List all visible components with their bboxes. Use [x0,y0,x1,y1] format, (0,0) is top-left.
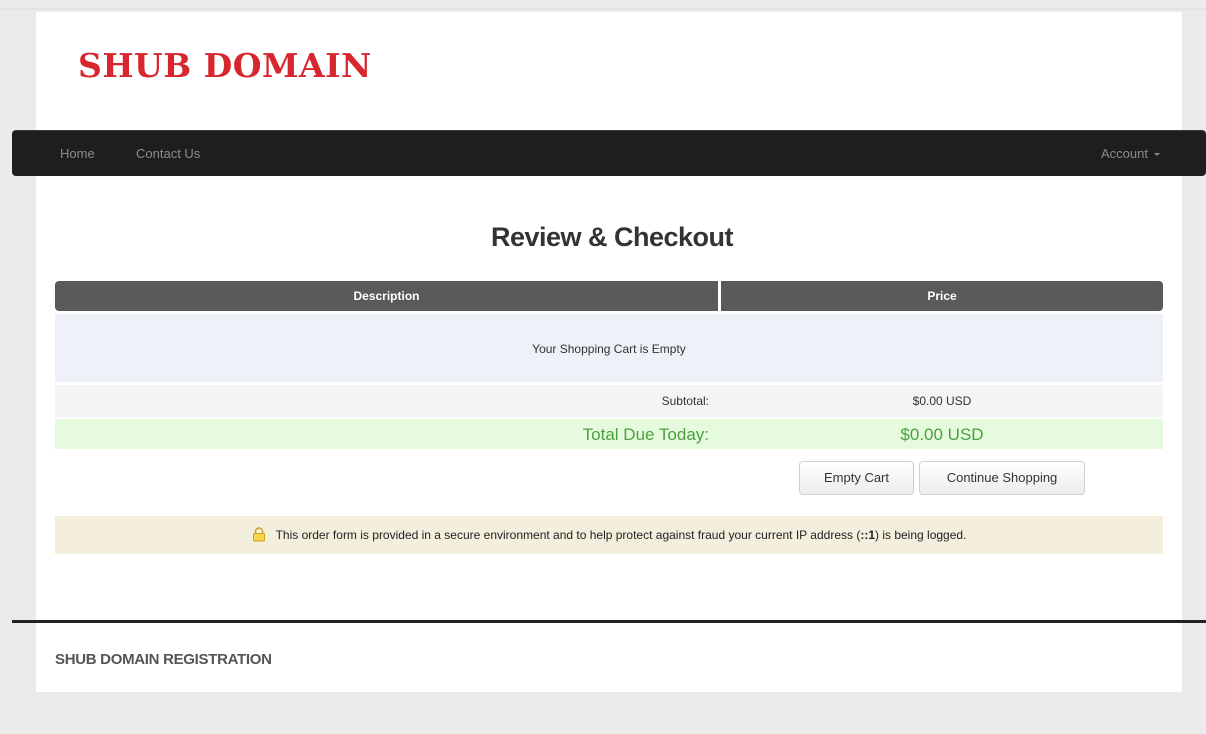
lock-icon [252,519,266,557]
secure-notice-text-before: This order form is provided in a secure … [275,528,861,542]
main-navbar: Home Contact Us Account [12,130,1206,176]
top-border [0,8,1206,10]
nav-contact-link[interactable]: Contact Us [136,146,200,161]
column-header-price: Price [721,281,1163,311]
empty-cart-row: Your Shopping Cart is Empty [55,314,1163,382]
total-due-value: $0.00 USD [900,425,984,444]
empty-cart-button[interactable]: Empty Cart [799,461,914,495]
caret-down-icon [1154,153,1160,157]
site-logo[interactable]: SHUB DOMAIN [78,46,372,85]
column-header-description: Description [55,281,718,311]
total-due-label: Total Due Today: [582,425,709,444]
secure-notice-text-after: ) is being logged. [875,528,967,542]
subtotal-row: Subtotal: $0.00 USD [55,385,1163,417]
footer-divider [12,620,1206,623]
page-title: Review & Checkout [490,222,734,252]
total-due-row: Total Due Today: $0.00 USD [55,419,1163,449]
empty-cart-message: Your Shopping Cart is Empty [532,342,686,356]
secure-notice: This order form is provided in a secure … [55,516,1163,554]
subtotal-value: $0.00 USD [912,394,972,408]
subtotal-label: Subtotal: [661,394,709,408]
footer-text: SHUB DOMAIN REGISTRATION [55,651,272,668]
nav-home-link[interactable]: Home [60,146,95,161]
continue-shopping-button[interactable]: Continue Shopping [919,461,1085,495]
nav-account-dropdown[interactable]: Account [1101,146,1160,161]
account-label: Account [1101,146,1148,161]
ip-address: ::1 [860,528,875,542]
